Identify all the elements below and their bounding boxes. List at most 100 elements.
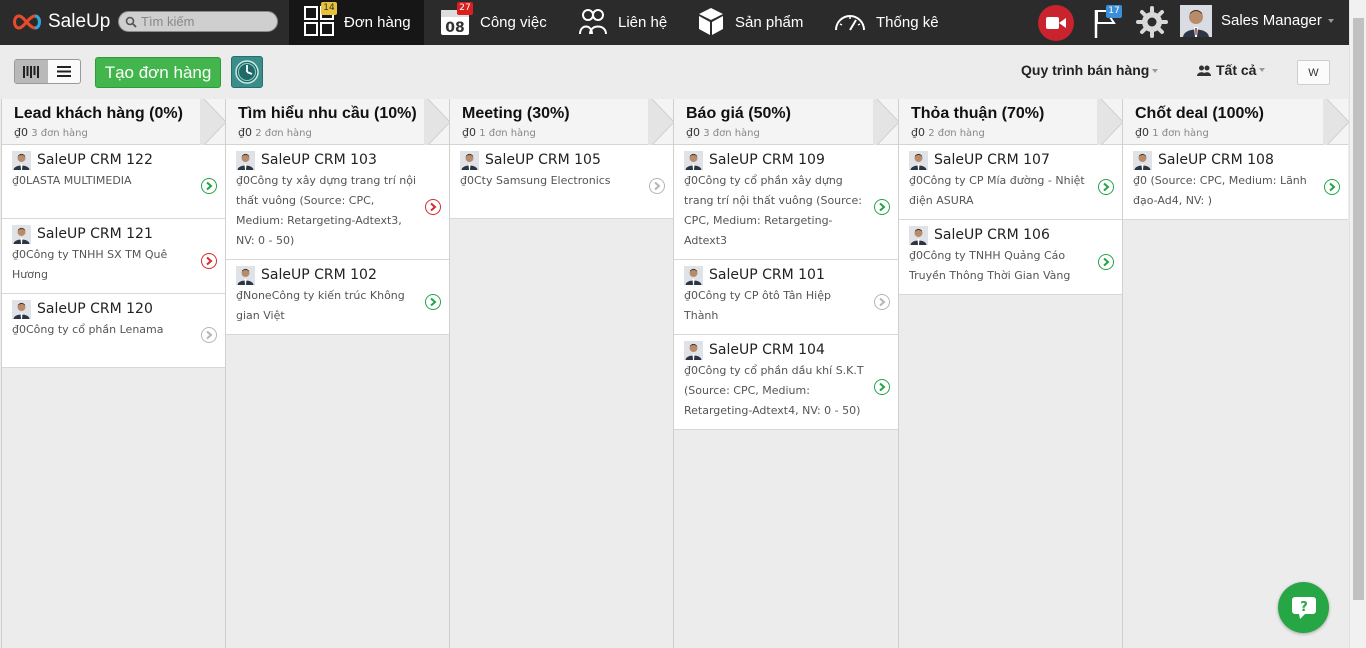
deal-card[interactable]: SaleUP CRM 101 ₫0Công ty CP ôtô Tân Hiệp …: [674, 260, 898, 335]
deal-card[interactable]: SaleUP CRM 120 ₫0Công ty cổ phần Lenama: [2, 294, 225, 368]
w-button[interactable]: W: [1297, 60, 1330, 85]
saleup-logo[interactable]: SaleUp: [10, 9, 110, 35]
column-count: 3 đơn hàng: [703, 128, 760, 139]
calendar-icon: 08 27: [440, 1, 473, 40]
sales-process-select[interactable]: Quy trình bán hàng: [1021, 62, 1159, 78]
card-header: SaleUP CRM 108: [1133, 150, 1318, 170]
move-stage-arrow-icon[interactable]: [1098, 179, 1114, 195]
create-order-button[interactable]: Tạo đơn hàng: [95, 57, 221, 88]
nav-contacts[interactable]: Liên hệ: [578, 0, 667, 45]
move-stage-arrow-icon[interactable]: [425, 199, 441, 215]
users-icon: [1197, 65, 1211, 76]
pipeline-column: Chốt deal (100%) ₫0 1 đơn hàng SaleUP CRM …: [1122, 99, 1349, 648]
move-stage-arrow-icon[interactable]: [1098, 254, 1114, 270]
deal-description: ₫0 (Source: CPC, Medium: Lãnh đạo-Ad4, N…: [1133, 174, 1307, 207]
card-header: SaleUP CRM 102: [236, 265, 419, 285]
column-title: Lead khách hàng (0%): [14, 105, 183, 122]
deal-title[interactable]: SaleUP CRM 121: [37, 226, 153, 242]
column-header[interactable]: Báo giá (50%) ₫0 3 đơn hàng: [674, 99, 899, 145]
column-header[interactable]: Thỏa thuận (70%) ₫0 2 đơn hàng: [899, 99, 1123, 145]
deal-description: ₫0LASTA MULTIMEDIA: [12, 174, 132, 187]
kanban-view-button[interactable]: [15, 60, 48, 83]
nav-products[interactable]: Sản phẩm: [697, 0, 803, 45]
deal-title[interactable]: SaleUP CRM 122: [37, 152, 153, 168]
deal-card[interactable]: SaleUP CRM 107 ₫0Công ty CP Mía đường - N…: [899, 145, 1122, 220]
page-scrollbar[interactable]: [1349, 0, 1366, 648]
move-stage-arrow-icon[interactable]: [201, 327, 217, 343]
video-camera-icon: [1046, 17, 1066, 29]
orders-grid-icon: 14: [304, 1, 337, 40]
move-stage-arrow-icon[interactable]: [874, 294, 890, 310]
deal-card[interactable]: SaleUP CRM 104 ₫0Công ty cổ phần dầu khí …: [674, 335, 898, 430]
card-header: SaleUP CRM 107: [909, 150, 1092, 170]
move-stage-arrow-icon[interactable]: [425, 294, 441, 310]
nav-statistics[interactable]: Thống kê: [834, 0, 939, 45]
column-value: ₫0: [911, 126, 925, 139]
card-header: SaleUP CRM 103: [236, 150, 419, 170]
pipeline-column: Meeting (30%) ₫0 1 đơn hàng SaleUP CRM 105…: [449, 99, 674, 648]
move-stage-arrow-icon[interactable]: [1324, 179, 1340, 195]
column-header[interactable]: Meeting (30%) ₫0 1 đơn hàng: [450, 99, 674, 145]
owner-filter-select[interactable]: Tất cả: [1197, 62, 1266, 78]
deal-title[interactable]: SaleUP CRM 108: [1158, 152, 1274, 168]
card-header: SaleUP CRM 122: [12, 150, 195, 170]
move-stage-arrow-icon[interactable]: [874, 379, 890, 395]
deal-description: ₫0Công ty cổ phần xây dựng trang trí nội…: [684, 174, 862, 247]
list-view-button[interactable]: [48, 60, 81, 83]
column-count: 1 đơn hàng: [479, 128, 536, 139]
deal-card[interactable]: SaleUP CRM 108 ₫0 (Source: CPC, Medium: L…: [1123, 145, 1348, 220]
move-stage-arrow-icon[interactable]: [201, 253, 217, 269]
column-title: Meeting (30%): [462, 105, 570, 122]
card-header: SaleUP CRM 120: [12, 299, 195, 319]
deal-title[interactable]: SaleUP CRM 109: [709, 152, 825, 168]
column-header[interactable]: Lead khách hàng (0%) ₫0 3 đơn hàng: [2, 99, 226, 145]
deal-title[interactable]: SaleUP CRM 120: [37, 301, 153, 317]
history-button[interactable]: [231, 56, 263, 88]
nav-tasks[interactable]: 08 27 Công việc: [440, 0, 547, 45]
gear-icon: [1136, 6, 1168, 38]
search-input[interactable]: [141, 14, 271, 29]
nav-orders[interactable]: 14 Đơn hàng: [289, 0, 424, 45]
view-toggle: [14, 59, 81, 84]
deal-title[interactable]: SaleUP CRM 102: [261, 267, 377, 283]
move-stage-arrow-icon[interactable]: [649, 178, 665, 194]
settings-button[interactable]: [1135, 5, 1169, 39]
deal-card[interactable]: SaleUP CRM 102 ₫NoneCông ty kiến trúc Khô…: [226, 260, 449, 335]
deal-title[interactable]: SaleUP CRM 104: [709, 342, 825, 358]
video-call-button[interactable]: [1038, 5, 1074, 41]
top-navigation-bar: SaleUp 14 Đơn hàng 08 2: [0, 0, 1349, 45]
deal-card[interactable]: SaleUP CRM 103 ₫0Công ty xây dựng trang t…: [226, 145, 449, 260]
owner-avatar-icon: [684, 340, 703, 360]
deal-card[interactable]: SaleUP CRM 105 ₫0Cty Samsung Electronics: [450, 145, 673, 219]
deal-title[interactable]: SaleUP CRM 107: [934, 152, 1050, 168]
move-stage-arrow-icon[interactable]: [201, 178, 217, 194]
chat-button[interactable]: ?: [1278, 582, 1329, 633]
deal-title[interactable]: SaleUP CRM 101: [709, 267, 825, 283]
pipeline-board: Lead khách hàng (0%) ₫0 3 đơn hàng SaleUP …: [0, 99, 1349, 648]
deal-card[interactable]: SaleUP CRM 121 ₫0Công ty TNHH SX TM Quê H…: [2, 219, 225, 294]
deal-title[interactable]: SaleUP CRM 103: [261, 152, 377, 168]
scrollbar-thumb[interactable]: [1353, 18, 1364, 600]
column-summary: ₫0 2 đơn hàng: [911, 126, 985, 139]
search-box[interactable]: [118, 11, 278, 32]
deal-title[interactable]: SaleUP CRM 106: [934, 227, 1050, 243]
deal-description: ₫0Công ty CP Mía đường - Nhiệt điện ASUR…: [909, 174, 1085, 207]
column-header[interactable]: Chốt deal (100%) ₫0 1 đơn hàng: [1123, 99, 1349, 145]
move-stage-arrow-icon[interactable]: [874, 199, 890, 215]
orders-badge: 14: [321, 1, 337, 15]
user-avatar[interactable]: [1180, 5, 1212, 37]
column-header[interactable]: Tìm hiểu nhu cầu (10%) ₫0 2 đơn hàng: [226, 99, 450, 145]
notifications-button[interactable]: 17: [1090, 5, 1124, 40]
deal-card[interactable]: SaleUP CRM 106 ₫0Công ty TNHH Quảng Cáo T…: [899, 220, 1122, 295]
deal-description: ₫0Công ty xây dựng trang trí nội thất vu…: [236, 174, 417, 247]
column-count: 3 đơn hàng: [31, 128, 88, 139]
user-menu[interactable]: Sales Manager: [1221, 12, 1334, 29]
owner-avatar-icon: [909, 150, 928, 170]
search-icon: [125, 16, 137, 28]
deal-title[interactable]: SaleUP CRM 105: [485, 152, 601, 168]
deal-card[interactable]: SaleUP CRM 122 ₫0LASTA MULTIMEDIA: [2, 145, 225, 219]
deal-card[interactable]: SaleUP CRM 109 ₫0Công ty cổ phần xây dựng…: [674, 145, 898, 260]
deal-description: ₫NoneCông ty kiến trúc Không gian Việt: [236, 289, 405, 322]
column-summary: ₫0 1 đơn hàng: [462, 126, 536, 139]
owner-avatar-icon: [236, 150, 255, 170]
